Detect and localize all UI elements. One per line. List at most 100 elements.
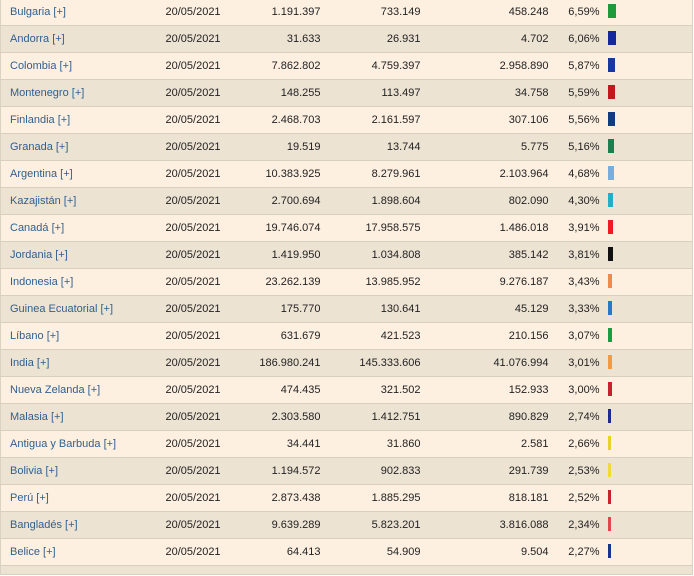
percentage-bar [607, 328, 612, 343]
table-row: Guinea Ecuatorial [+] 20/05/2021 175.770… [0, 295, 693, 323]
percentage-cell: 2,34% [548, 511, 600, 539]
population-cell: 474.435 [237, 376, 321, 404]
percentage-cell: 2,66% [548, 430, 600, 458]
percentage-cell: 2,53% [548, 457, 600, 485]
percentage-cell: 3,07% [548, 322, 600, 350]
percentage-bar [607, 355, 612, 370]
percentage-bar [607, 409, 611, 424]
country-cell: Líbano [+] [0, 322, 156, 350]
first-dose-cell: 8.279.961 [320, 160, 421, 188]
percentage-cell: 3,33% [548, 295, 600, 323]
first-dose-cell: 54.909 [320, 538, 421, 566]
date-cell: 20/05/2021 [155, 25, 238, 53]
full-vaccination-cell: 45.129 [420, 295, 549, 323]
population-cell: 34.441 [237, 430, 321, 458]
percentage-bar [607, 301, 612, 316]
first-dose-cell: 113.497 [320, 79, 421, 107]
percentage-bar [607, 220, 613, 235]
date-cell: 20/05/2021 [155, 403, 238, 431]
full-vaccination-cell: 9.504 [420, 538, 549, 566]
percentage-cell: 5,16% [548, 133, 600, 161]
country-link[interactable]: Antigua y Barbuda [+] [10, 438, 116, 450]
bar-cell [599, 214, 693, 242]
bar-cell [599, 484, 693, 512]
country-link[interactable]: Nueva Zelanda [+] [10, 384, 100, 396]
country-link[interactable]: Belice [+] [10, 546, 56, 558]
country-link[interactable]: Bulgaria [+] [10, 6, 66, 18]
bar-cell [599, 538, 693, 566]
percentage-bar [607, 544, 611, 559]
percentage-bar [607, 463, 611, 478]
percentage-cell: 3,01% [548, 349, 600, 377]
percentage-bar [607, 490, 611, 505]
bar-cell [599, 133, 693, 161]
table-row: Canadá [+] 20/05/2021 19.746.074 17.958.… [0, 214, 693, 242]
table-row: Nueva Zelanda [+] 20/05/2021 474.435 321… [0, 376, 693, 404]
bar-cell [599, 160, 693, 188]
country-link[interactable]: Guinea Ecuatorial [+] [10, 303, 113, 315]
bar-cell [599, 322, 693, 350]
population-cell: 23.262.139 [237, 268, 321, 296]
first-dose-cell: 4.759.397 [320, 52, 421, 80]
country-cell: Bulgaria [+] [0, 0, 156, 26]
first-dose-cell: 26.931 [320, 25, 421, 53]
country-link[interactable]: Indonesia [+] [10, 276, 73, 288]
bar-cell [599, 457, 693, 485]
country-link[interactable]: Kazajistán [+] [10, 195, 76, 207]
country-cell: India [+] [0, 349, 156, 377]
table-row: Bolivia [+] 20/05/2021 1.194.572 902.833… [0, 457, 693, 485]
table-row: Belice [+] 20/05/2021 64.413 54.909 9.50… [0, 538, 693, 566]
bar-cell [599, 25, 693, 53]
first-dose-cell: 733.149 [320, 0, 421, 26]
date-cell: 20/05/2021 [155, 322, 238, 350]
percentage-bar [607, 517, 611, 532]
population-cell: 1.194.572 [237, 457, 321, 485]
date-cell: 20/05/2021 [155, 241, 238, 269]
country-link[interactable]: Bangladés [+] [10, 519, 78, 531]
date-cell: 20/05/2021 [155, 376, 238, 404]
country-link[interactable]: Granada [+] [10, 141, 68, 153]
bar-cell [599, 52, 693, 80]
percentage-bar [607, 139, 614, 154]
country-cell: Malasia [+] [0, 403, 156, 431]
table-row: Granada [+] 20/05/2021 19.519 13.744 5.7… [0, 133, 693, 161]
bar-cell [599, 268, 693, 296]
country-link[interactable]: Andorra [+] [10, 33, 65, 45]
population-cell: 631.679 [237, 322, 321, 350]
full-vaccination-cell: 210.156 [420, 322, 549, 350]
population-cell: 31.633 [237, 25, 321, 53]
percentage-cell: 3,43% [548, 268, 600, 296]
country-cell: Bolivia [+] [0, 457, 156, 485]
percentage-cell: 3,00% [548, 376, 600, 404]
population-cell: 148.255 [237, 79, 321, 107]
population-cell: 9.639.289 [237, 511, 321, 539]
table-row: Jordania [+] 20/05/2021 1.419.950 1.034.… [0, 241, 693, 269]
country-link[interactable]: Jordania [+] [10, 249, 68, 261]
table-row: Malasia [+] 20/05/2021 2.303.580 1.412.7… [0, 403, 693, 431]
country-link[interactable]: Argentina [+] [10, 168, 73, 180]
country-link[interactable]: Líbano [+] [10, 330, 59, 342]
country-link[interactable]: Montenegro [+] [10, 87, 84, 99]
country-link[interactable]: Canadá [+] [10, 222, 64, 234]
date-cell: 20/05/2021 [155, 538, 238, 566]
percentage-cell: 2,52% [548, 484, 600, 512]
bar-cell [599, 430, 693, 458]
country-link[interactable]: Perú [+] [10, 492, 49, 504]
date-cell: 20/05/2021 [155, 430, 238, 458]
date-cell: 20/05/2021 [155, 457, 238, 485]
date-cell: 20/05/2021 [155, 349, 238, 377]
country-cell: Antigua y Barbuda [+] [0, 430, 156, 458]
country-link[interactable]: Malasia [+] [10, 411, 64, 423]
full-vaccination-cell: 818.181 [420, 484, 549, 512]
country-link[interactable]: Colombia [+] [10, 60, 72, 72]
date-cell: 20/05/2021 [155, 187, 238, 215]
first-dose-cell: 17.958.575 [320, 214, 421, 242]
bar-cell [599, 79, 693, 107]
country-link[interactable]: Finlandia [+] [10, 114, 70, 126]
country-link[interactable]: Bolivia [+] [10, 465, 58, 477]
first-dose-cell: 421.523 [320, 322, 421, 350]
percentage-cell: 6,06% [548, 25, 600, 53]
country-cell: Perú [+] [0, 484, 156, 512]
population-cell: 7.862.802 [237, 52, 321, 80]
country-link[interactable]: India [+] [10, 357, 49, 369]
